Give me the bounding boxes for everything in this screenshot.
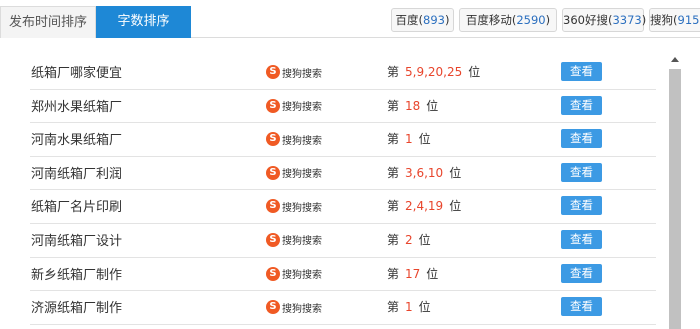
sogou-logo-icon: S (266, 199, 280, 214)
keyword-text: 济源纸箱厂制作 (31, 301, 123, 317)
list-item: 纸箱厂哪家便宜 S 搜狗搜索 第 5,9,20,25 位 查看 (30, 56, 656, 90)
rank-prefix: 第 (387, 165, 400, 180)
rank-text: 第1位 (387, 298, 431, 315)
view-button[interactable]: 查看 (561, 129, 602, 149)
engine-name: 搜狗搜索 (282, 169, 322, 181)
rank-text: 第 18 位 (387, 97, 438, 114)
sogou-logo-icon: S (266, 165, 280, 180)
list-item: 河南纸箱厂利润 S 搜狗搜索 第 3,6,10 位 查看 (30, 157, 656, 191)
keyword-text: 新乡纸箱厂制作 (31, 267, 123, 283)
rank-value: 17 (405, 266, 421, 281)
sogou-logo-icon: S (266, 65, 280, 79)
rank-prefix: 第 (387, 300, 400, 315)
engine-badge: S 搜狗搜索 (266, 197, 322, 215)
engine-tab-label: 百度移动 (465, 13, 512, 27)
rank-value: 2 (405, 232, 413, 247)
view-button[interactable]: 查看 (561, 196, 602, 216)
engine-tab-count: 893 (423, 13, 445, 27)
rank-suffix: 位 (426, 266, 439, 281)
engine-tab-label: 360好搜 (563, 13, 608, 27)
rank-value: 2,4,19 (405, 199, 444, 214)
engine-name: 搜狗搜索 (282, 68, 322, 80)
rank-value: 1 (405, 132, 413, 147)
tab-sort-by-count[interactable]: 字数排序 (96, 6, 191, 38)
sogou-logo-icon: S (266, 232, 280, 247)
rank-prefix: 第 (387, 232, 400, 247)
rank-suffix: 位 (418, 232, 431, 247)
view-button[interactable]: 查看 (561, 95, 602, 115)
rank-prefix: 第 (387, 65, 400, 79)
list-item: 纸箱厂名片印刷 S 搜狗搜索 第 2,4,19 位 查看 (30, 190, 656, 224)
engine-tab-baidu-mobile[interactable]: 百度移动(2590) (459, 8, 557, 32)
engine-tab-label: 搜狗 (650, 13, 674, 27)
engine-tab-360[interactable]: 360好搜(3373) (562, 8, 646, 32)
keyword-text: 河南纸箱厂设计 (31, 233, 123, 249)
keyword-text: 河南纸箱厂利润 (31, 166, 123, 182)
view-button[interactable]: 查看 (561, 62, 602, 81)
rank-prefix: 第 (387, 199, 400, 214)
rank-suffix: 位 (449, 199, 462, 214)
list-item: 新乡纸箱厂制作 S 搜狗搜索 第 17 位 查看 (30, 258, 656, 292)
sogou-logo-icon: S (266, 266, 280, 281)
rank-text: 第 17 位 (387, 265, 438, 282)
engine-name: 搜狗搜索 (282, 270, 322, 282)
rank-text: 第2位 (387, 231, 431, 248)
keyword-text: 纸箱厂哪家便宜 (31, 66, 123, 81)
list-item: 河南水果纸箱厂 S 搜狗搜索 第1位 查看 (30, 123, 656, 157)
rank-text: 第 3,6,10 位 (387, 164, 461, 181)
engine-name: 搜狗搜索 (282, 303, 322, 315)
list-item: 河南纸箱厂设计 S 搜狗搜索 第2位 查看 (30, 224, 656, 258)
engine-badge: S 搜狗搜索 (266, 97, 322, 115)
rank-suffix: 位 (426, 98, 439, 113)
rank-prefix: 第 (387, 266, 400, 281)
rank-prefix: 第 (387, 132, 400, 147)
rank-value: 3,6,10 (405, 165, 444, 180)
scroll-up-arrow-icon[interactable] (671, 57, 679, 62)
rank-value: 5,9,20,25 (405, 65, 463, 79)
scrollbar-thumb[interactable] (669, 69, 681, 329)
view-button[interactable]: 查看 (561, 263, 602, 283)
tab-sort-by-time[interactable]: 发布时间排序 (0, 6, 96, 38)
keyword-text: 郑州水果纸箱厂 (31, 99, 123, 115)
scrollbar[interactable] (668, 56, 683, 329)
rank-suffix: 位 (449, 165, 462, 180)
engine-badge: S 搜狗搜索 (266, 231, 322, 249)
rank-text: 第 2,4,19 位 (387, 197, 461, 214)
list-item: 济源纸箱厂制作 S 搜狗搜索 第1位 查看 (30, 291, 656, 325)
engine-name: 搜狗搜索 (282, 102, 322, 114)
rank-text: 第 5,9,20,25 位 (387, 63, 480, 80)
sogou-logo-icon: S (266, 300, 280, 315)
rank-suffix: 位 (468, 65, 481, 79)
rank-suffix: 位 (418, 132, 431, 147)
rank-suffix: 位 (418, 300, 431, 315)
list-item: 郑州水果纸箱厂 S 搜狗搜索 第 18 位 查看 (30, 90, 656, 124)
rank-text: 第1位 (387, 130, 431, 147)
view-button[interactable]: 查看 (561, 229, 602, 249)
keyword-text: 纸箱厂名片印刷 (31, 200, 123, 216)
top-bar: 发布时间排序 字数排序 百度(893) 百度移动(2590) 360好搜(337… (0, 0, 700, 38)
rank-value: 18 (405, 98, 421, 113)
engine-tab-count: 2590 (516, 13, 546, 27)
sogou-logo-icon: S (266, 98, 280, 113)
engine-name: 搜狗搜索 (282, 135, 322, 147)
engine-name: 搜狗搜索 (282, 202, 322, 214)
engine-name: 搜狗搜索 (282, 236, 322, 248)
engine-badge: S 搜狗搜索 (266, 298, 322, 316)
keyword-text: 河南水果纸箱厂 (31, 133, 123, 149)
engine-tab-baidu[interactable]: 百度(893) (391, 8, 454, 32)
engine-badge: S 搜狗搜索 (266, 63, 322, 81)
engine-badge: S 搜狗搜索 (266, 164, 322, 182)
keyword-list: 纸箱厂哪家便宜 S 搜狗搜索 第 5,9,20,25 位 查看 郑州水果纸箱厂 S 搜狗… (30, 56, 656, 325)
engine-tab-label: 百度 (395, 13, 419, 27)
engine-tab-count: 3373 (612, 13, 642, 27)
engine-tab-sogou[interactable]: 搜狗(915) (649, 8, 700, 32)
rank-prefix: 第 (387, 98, 400, 113)
view-button[interactable]: 查看 (561, 162, 602, 182)
sogou-logo-icon: S (266, 132, 280, 147)
view-button[interactable]: 查看 (561, 297, 602, 317)
rank-value: 1 (405, 300, 413, 315)
engine-badge: S 搜狗搜索 (266, 130, 322, 148)
engine-badge: S 搜狗搜索 (266, 265, 322, 283)
engine-tab-count: 915 (677, 13, 700, 27)
